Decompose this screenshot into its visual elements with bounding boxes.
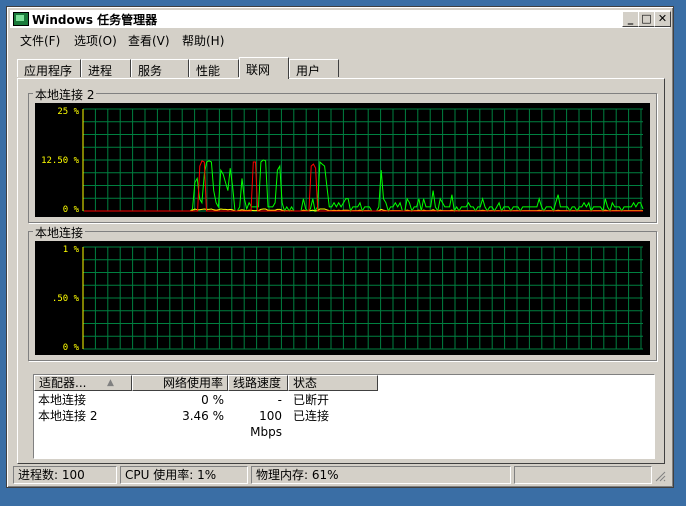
- adapter-list[interactable]: 适配器... ▲ 网络使用率 线路速度 状态 本地连接 0 % - 已断开 本地…: [33, 374, 655, 459]
- menu-bar: 文件(F) 选项(O) 查看(V) 帮助(H): [10, 31, 670, 49]
- network-utilization: 3.46 %: [182, 409, 224, 423]
- graph-title: 本地连接 2: [33, 86, 97, 103]
- column-header-state[interactable]: 状态: [288, 375, 378, 391]
- adapter-name: 本地连接 2: [38, 409, 98, 423]
- y-tick-label: 0 %: [63, 205, 80, 215]
- menu-view[interactable]: 查看(V): [128, 32, 170, 49]
- menu-options[interactable]: 选项(O): [74, 32, 117, 49]
- status-process-count: 进程数: 100: [13, 466, 117, 484]
- graph-title: 本地连接: [33, 224, 86, 241]
- graph-canvas: 1 % .50 % 0 %: [52, 245, 643, 353]
- column-header-label: 适配器...: [39, 376, 87, 390]
- y-tick-label: 0 %: [63, 343, 80, 353]
- network-graph: 25 % 12.50 % 0 %: [35, 103, 650, 217]
- status-cpu-usage: CPU 使用率: 1%: [120, 466, 248, 484]
- tab-users[interactable]: 用户: [289, 59, 339, 78]
- graph-grid: [82, 246, 643, 350]
- close-button[interactable]: ✕: [654, 11, 671, 27]
- sort-ascending-icon: ▲: [107, 378, 114, 388]
- y-tick-label: 1 %: [63, 245, 80, 255]
- tab-performance[interactable]: 性能: [189, 59, 239, 78]
- graph-group-connection: 本地连接 1 % .50 % 0 %: [28, 224, 657, 361]
- column-header-utilization[interactable]: 网络使用率: [132, 375, 228, 391]
- connection-state: 已断开: [293, 393, 330, 407]
- minimize-button[interactable]: _: [622, 11, 639, 27]
- table-row[interactable]: 本地连接 2 3.46 % 100 Mbps 已连接: [34, 408, 654, 439]
- tab-processes[interactable]: 进程: [81, 59, 131, 78]
- graph-canvas: 25 % 12.50 % 0 %: [41, 107, 644, 215]
- tab-strip: 应用程序 进程 服务 性能 联网 用户: [17, 57, 667, 79]
- column-header-adapter[interactable]: 适配器... ▲: [34, 375, 132, 391]
- status-physical-memory: 物理内存: 61%: [251, 466, 511, 484]
- tab-services[interactable]: 服务: [131, 59, 189, 78]
- networking-panel: 本地连接 2 25 % 12.50 % 0 % 本地连接 1 % .50 % 0 % 适…: [17, 78, 665, 464]
- menu-help[interactable]: 帮助(H): [182, 32, 224, 49]
- table-row[interactable]: 本地连接 0 % - 已断开: [34, 392, 654, 408]
- link-speed: -: [277, 393, 282, 407]
- status-empty-pane: [514, 466, 652, 484]
- resize-grip-icon[interactable]: [654, 470, 666, 482]
- tab-applications[interactable]: 应用程序: [17, 59, 81, 78]
- menu-file[interactable]: 文件(F): [20, 32, 60, 49]
- link-speed: 100 Mbps: [250, 409, 282, 439]
- y-tick-label: .50 %: [52, 294, 80, 304]
- tab-networking[interactable]: 联网: [239, 57, 289, 79]
- status-bar: 进程数: 100 CPU 使用率: 1% 物理内存: 61%: [10, 464, 670, 484]
- graph-grid: [82, 108, 643, 212]
- task-manager-app-icon: [13, 12, 29, 26]
- window-title: Windows 任务管理器: [32, 13, 158, 27]
- title-bar[interactable]: Windows 任务管理器 _ □ ✕: [10, 10, 671, 29]
- network-utilization: 0 %: [201, 393, 224, 407]
- adapter-name: 本地连接: [38, 393, 87, 407]
- connection-state: 已连接: [293, 409, 330, 423]
- column-header-link-speed[interactable]: 线路速度: [228, 375, 288, 391]
- y-tick-label: 12.50 %: [41, 156, 80, 166]
- maximize-button[interactable]: □: [638, 11, 655, 27]
- network-graph: 1 % .50 % 0 %: [35, 241, 650, 355]
- graph-group-connection-2: 本地连接 2 25 % 12.50 % 0 %: [28, 86, 657, 223]
- task-manager-window: Windows 任务管理器 _ □ ✕ 文件(F) 选项(O) 查看(V) 帮助…: [6, 6, 674, 488]
- y-tick-label: 25 %: [57, 107, 79, 117]
